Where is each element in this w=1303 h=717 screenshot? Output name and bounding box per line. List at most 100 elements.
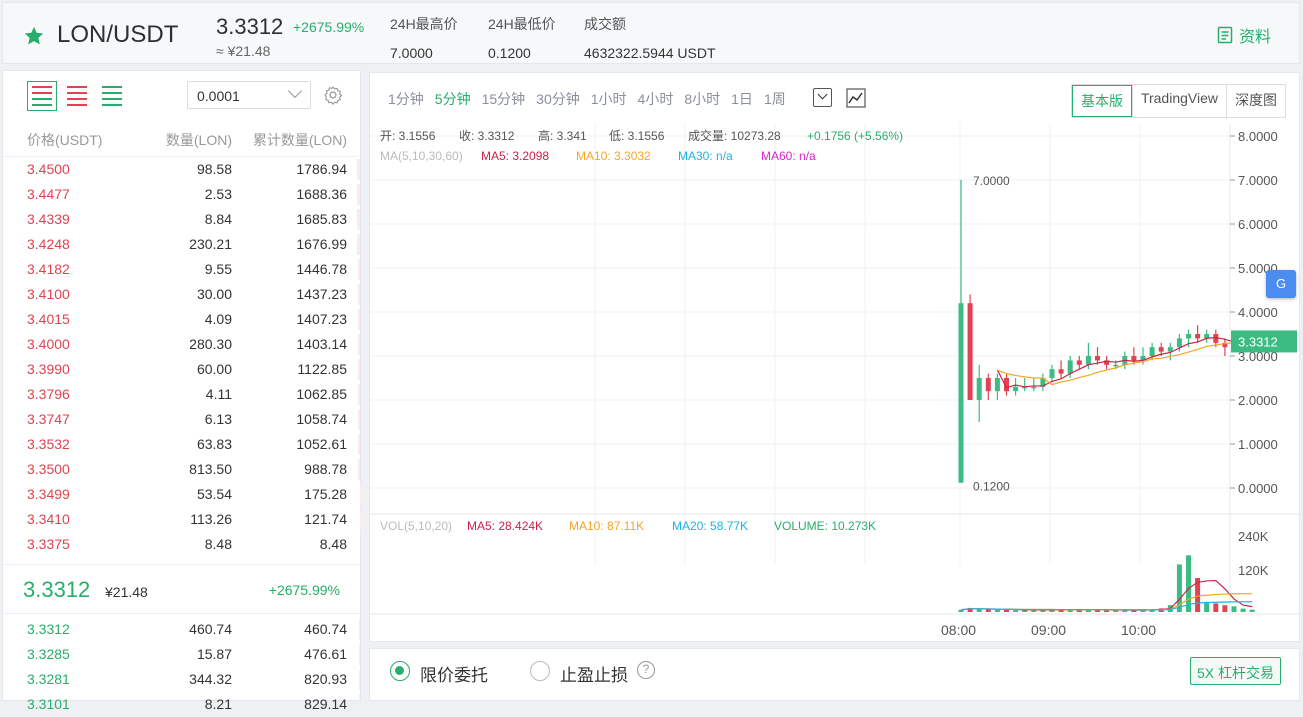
period-tab[interactable]: 1小时 <box>591 89 627 109</box>
ask-row[interactable]: 3.41829.551446.78 <box>3 257 360 282</box>
column-price: 价格(USDT) <box>27 130 102 150</box>
depth-bar <box>357 184 360 205</box>
row-price: 3.3990 <box>27 361 70 377</box>
order-panel: 限价委托 止盈止损 ? 5X 杠杆交易 <box>369 648 1300 701</box>
row-price: 3.3312 <box>27 621 70 637</box>
stat-label: 24H最低价 <box>488 16 556 32</box>
ask-row[interactable]: 3.3500813.50988.78 <box>3 457 360 482</box>
ask-row[interactable]: 3.450098.581786.94 <box>3 157 360 182</box>
row-price: 3.4500 <box>27 161 70 177</box>
more-periods-dropdown[interactable] <box>813 88 832 107</box>
bid-row[interactable]: 3.3281344.32820.93 <box>3 667 360 692</box>
translate-icon[interactable]: G <box>1266 270 1296 298</box>
candle-body <box>1013 387 1018 391</box>
favorite-star-icon[interactable] <box>23 25 45 47</box>
ask-row[interactable]: 3.410030.001437.23 <box>3 282 360 307</box>
row-total: 988.78 <box>304 461 347 477</box>
ask-row[interactable]: 3.349953.54175.28 <box>3 482 360 507</box>
stop-order-radio[interactable] <box>530 661 550 681</box>
chart-panel: 1分钟 5分钟 15分钟 30分钟 1小时 4小时 8小时 1日 1周 基本版TradingVi… <box>369 72 1300 642</box>
price-cny: ≈ ¥21.48 <box>216 43 270 59</box>
stat-label: 24H最高价 <box>390 16 458 32</box>
bid-row[interactable]: 3.31018.21829.14 <box>3 692 360 717</box>
limit-order-label[interactable]: 限价委托 <box>420 661 488 686</box>
row-price: 3.4000 <box>27 336 70 352</box>
candle-body <box>995 378 1000 391</box>
ma-legend: MA(5,10,30,60) <box>380 149 463 163</box>
help-icon[interactable]: ? <box>637 661 655 679</box>
stat-value: 7.0000 <box>390 45 458 61</box>
ohlc-info: 开: 3.1556 <box>380 129 436 143</box>
candle-body <box>1050 369 1055 378</box>
row-total: 1062.85 <box>296 386 347 402</box>
period-tab[interactable]: 1日 <box>731 89 753 109</box>
indicator-chart-icon[interactable] <box>846 88 866 108</box>
row-total: 476.61 <box>304 646 347 662</box>
mode-both-button[interactable] <box>27 81 57 111</box>
ask-row[interactable]: 3.3410113.26121.74 <box>3 507 360 532</box>
ask-row[interactable]: 3.399060.001122.85 <box>3 357 360 382</box>
mode-bids-button[interactable] <box>97 81 127 111</box>
row-price: 3.3747 <box>27 411 70 427</box>
ask-row[interactable]: 3.37476.131058.74 <box>3 407 360 432</box>
row-price: 3.3500 <box>27 461 70 477</box>
leverage-trading-button[interactable]: 5X 杠杆交易 <box>1190 657 1281 685</box>
period-tabs: 1分钟 5分钟 15分钟 30分钟 1小时 4小时 8小时 1日 1周 <box>388 89 797 109</box>
mode-asks-button[interactable] <box>62 81 92 111</box>
ask-row[interactable]: 3.44772.531688.36 <box>3 182 360 207</box>
limit-order-radio[interactable] <box>390 661 410 681</box>
ask-row[interactable]: 3.4000280.301403.14 <box>3 332 360 357</box>
view-tab[interactable]: 基本版 <box>1072 85 1132 117</box>
market-header: LON/USDT 3.3312 +2675.99% ≈ ¥21.48 24H最高… <box>2 2 1300 64</box>
ohlc-info: 成交量: 10273.28 <box>688 128 781 143</box>
ask-row[interactable]: 3.353263.831052.61 <box>3 432 360 457</box>
ma-legend: MA60: n/a <box>761 149 816 163</box>
mid-price-change: +2675.99% <box>269 582 340 598</box>
chevron-down-icon <box>288 84 302 98</box>
last-price-row: 3.3312 ¥21.48 +2675.99% <box>3 564 360 614</box>
row-total: 460.74 <box>304 621 347 637</box>
ohlc-info: 高: 3.341 <box>538 128 587 143</box>
ask-row[interactable]: 3.37964.111062.85 <box>3 382 360 407</box>
candle-body <box>977 378 982 400</box>
period-tab[interactable]: 1分钟 <box>388 89 424 109</box>
view-tab[interactable]: 深度图 <box>1226 85 1285 117</box>
period-tab[interactable]: 15分钟 <box>482 89 526 109</box>
row-price: 3.3101 <box>27 696 70 712</box>
candle-body <box>1159 347 1164 351</box>
row-total: 1685.83 <box>296 211 347 227</box>
ask-row[interactable]: 3.33758.488.48 <box>3 532 360 557</box>
row-price: 3.3532 <box>27 436 70 452</box>
row-qty: 9.55 <box>205 261 232 277</box>
precision-select[interactable]: 0.0001 <box>187 81 311 109</box>
pair-name: LON/USDT <box>57 21 178 49</box>
period-tab[interactable]: 5分钟 <box>435 89 471 109</box>
ask-row[interactable]: 3.4248230.211676.99 <box>3 232 360 257</box>
row-qty: 8.84 <box>205 211 232 227</box>
period-tab[interactable]: 30分钟 <box>536 89 580 109</box>
candle-body <box>1095 356 1100 360</box>
candle-body <box>1150 347 1155 356</box>
stop-order-label[interactable]: 止盈止损 <box>560 661 628 686</box>
y-tick-label: 8.0000 <box>1238 129 1278 144</box>
period-tab[interactable]: 4小时 <box>638 89 674 109</box>
bid-row[interactable]: 3.3312460.74460.74 <box>3 617 360 642</box>
row-qty: 98.58 <box>197 161 232 177</box>
volume-bar <box>1204 602 1209 612</box>
volume-tick-label: 120K <box>1238 563 1269 578</box>
ask-row[interactable]: 3.43398.841685.83 <box>3 207 360 232</box>
row-total: 175.28 <box>304 486 347 502</box>
y-tick-label: 4.0000 <box>1238 305 1278 320</box>
row-price: 3.4477 <box>27 186 70 202</box>
depth-bar <box>359 669 360 690</box>
period-tab[interactable]: 8小时 <box>684 89 720 109</box>
period-tab[interactable]: 1周 <box>764 89 786 109</box>
gear-icon[interactable] <box>323 85 343 105</box>
view-tab[interactable]: TradingView <box>1132 85 1226 117</box>
ask-row[interactable]: 3.40154.091407.23 <box>3 307 360 332</box>
profile-link[interactable]: 资料 <box>1217 23 1271 47</box>
candlestick-chart[interactable]: 8.00007.00006.00005.00004.00003.00002.00… <box>370 124 1299 641</box>
bid-row[interactable]: 3.328515.87476.61 <box>3 642 360 667</box>
row-qty: 4.11 <box>206 386 232 402</box>
row-price: 3.4248 <box>27 236 70 252</box>
